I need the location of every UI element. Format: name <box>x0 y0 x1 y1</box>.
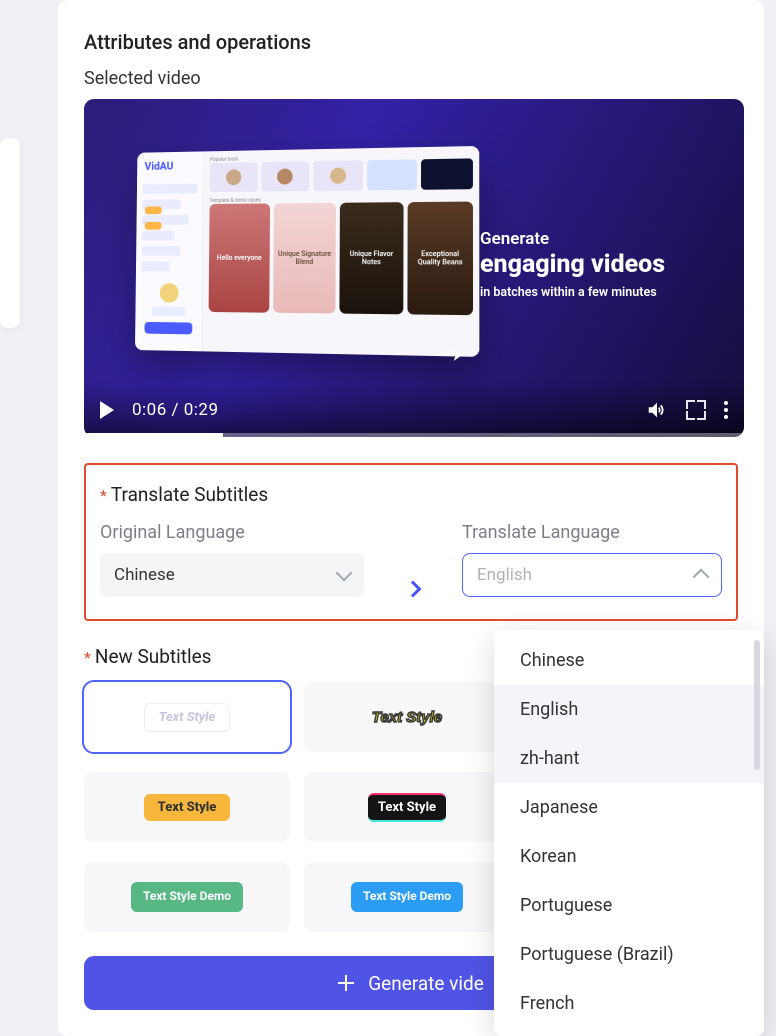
subtitle-style-option[interactable]: Text Style <box>304 682 510 752</box>
subtitle-style-option[interactable]: Text Style <box>84 682 290 752</box>
dropdown-scrollbar[interactable] <box>754 640 760 770</box>
video-player[interactable]: VidAU Popular tools <box>84 99 744 437</box>
dropdown-item[interactable]: English <box>494 685 764 734</box>
required-star-icon: * <box>84 648 91 667</box>
fullscreen-icon[interactable] <box>686 400 706 420</box>
video-progress[interactable] <box>84 433 744 437</box>
subtitle-style-option[interactable]: Text Style Demo <box>304 862 510 932</box>
section-title: Attributes and operations <box>84 30 738 54</box>
chevron-up-icon <box>693 569 710 586</box>
original-language-value: Chinese <box>114 565 175 585</box>
translate-language-placeholder: English <box>477 565 532 585</box>
left-edge-tab[interactable] <box>0 138 20 328</box>
video-controls: 0:06 / 0:29 <box>84 382 744 437</box>
dropdown-item[interactable]: French <box>494 979 764 1028</box>
translate-language-select[interactable]: English <box>462 553 722 597</box>
translate-language-dropdown[interactable]: Chinese English zh-hant Japanese Korean … <box>494 630 764 1036</box>
arrow-right-icon <box>364 583 462 597</box>
mock-logo: VidAU <box>143 157 198 178</box>
translate-title: *Translate Subtitles <box>100 483 722 506</box>
dropdown-item[interactable]: Portuguese (Brazil) <box>494 930 764 979</box>
video-hero-text: Generate engaging videos in batches with… <box>480 229 710 300</box>
subtitle-style-option[interactable]: Text Style <box>84 772 290 842</box>
original-language-select[interactable]: Chinese <box>100 553 364 597</box>
selected-video-label: Selected video <box>84 68 738 89</box>
dropdown-item[interactable]: Japanese <box>494 783 764 832</box>
volume-icon[interactable] <box>646 399 668 421</box>
required-star-icon: * <box>100 486 107 505</box>
play-icon[interactable] <box>100 401 114 419</box>
translate-subtitles-section: *Translate Subtitles Original Language C… <box>84 463 738 621</box>
dropdown-item[interactable]: Chinese <box>494 636 764 685</box>
original-language-label: Original Language <box>100 522 364 543</box>
generate-button-label: Generate vide <box>368 972 484 995</box>
video-time: 0:06 / 0:29 <box>132 400 219 420</box>
subtitle-style-option[interactable]: Text Style <box>304 772 510 842</box>
plus-icon <box>338 975 354 991</box>
subtitle-style-option[interactable]: Text Style Demo <box>84 862 290 932</box>
dropdown-item[interactable]: zh-hant <box>494 734 764 783</box>
translate-language-label: Translate Language <box>462 522 722 543</box>
chevron-down-icon <box>336 565 353 582</box>
dropdown-item[interactable]: Portuguese <box>494 881 764 930</box>
more-icon[interactable] <box>724 401 728 419</box>
video-content-mock: VidAU Popular tools <box>135 146 479 357</box>
dropdown-item[interactable]: Korean <box>494 832 764 881</box>
